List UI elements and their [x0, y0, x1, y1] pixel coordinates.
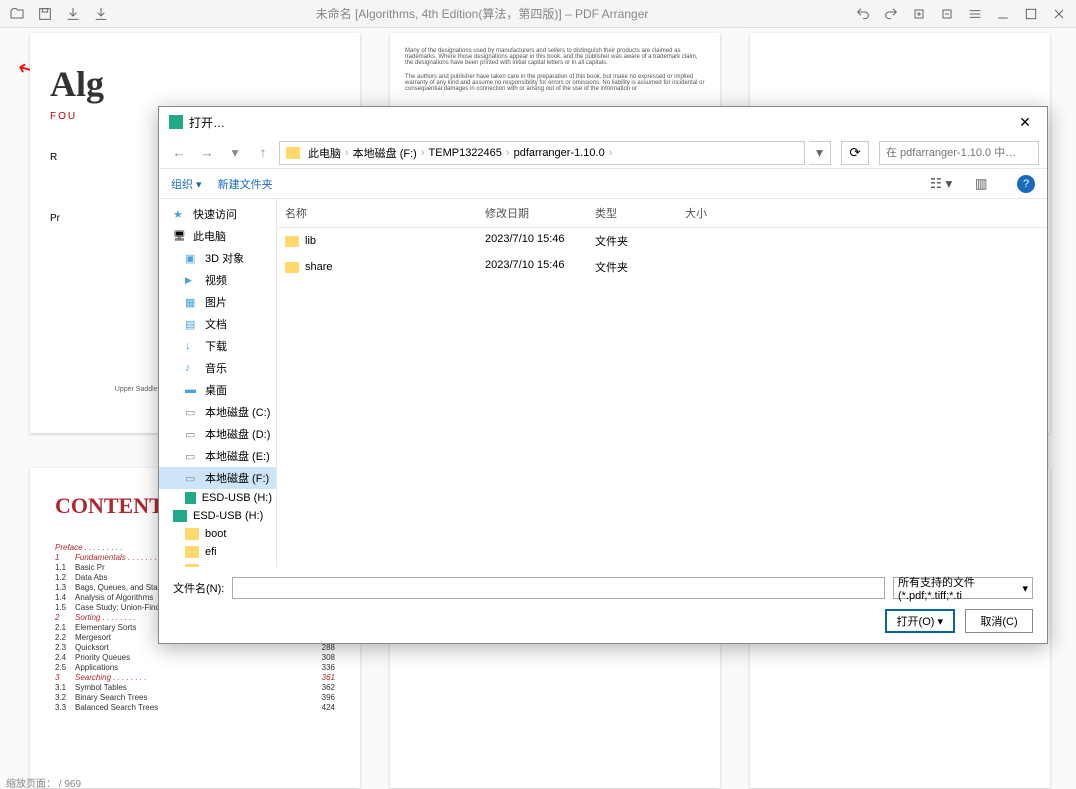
maximize-button[interactable]: [1018, 3, 1044, 25]
tree-item[interactable]: boot: [159, 525, 276, 543]
app-title: 未命名 [Algorithms, 4th Edition(算法，第四版)] – …: [114, 5, 850, 22]
cube-icon: [185, 252, 199, 264]
star-icon: [173, 208, 187, 220]
filename-label: 文件名(N):: [173, 580, 224, 596]
forward-button[interactable]: →: [195, 141, 219, 165]
organize-menu[interactable]: 组织 ▾: [171, 176, 202, 192]
close-window-button[interactable]: [1046, 3, 1072, 25]
breadcrumb-seg[interactable]: 本地磁盘 (F:): [353, 145, 417, 161]
folder-icon: [285, 236, 299, 247]
refresh-button[interactable]: ⟳: [841, 141, 869, 165]
breadcrumb-seg[interactable]: TEMP1322465: [429, 147, 502, 159]
menu-button[interactable]: [962, 3, 988, 25]
drv-icon: [185, 450, 199, 462]
filetype-filter[interactable]: 所有支持的文件 (*.pdf;*.tiff;*.ti▾: [893, 577, 1033, 599]
minimize-button[interactable]: [990, 3, 1016, 25]
open-file-dialog: 打开… ✕ ← → ▾ ↑ 此电脑›本地磁盘 (F:)›TEMP1322465›…: [158, 106, 1048, 644]
tree-item[interactable]: 3D 对象: [159, 247, 276, 269]
view-mode-button[interactable]: ☷ ▾: [929, 174, 953, 194]
save-button[interactable]: [32, 3, 58, 25]
pc-icon: [173, 230, 187, 242]
close-icon[interactable]: ✕: [1013, 114, 1037, 131]
preview-pane-button[interactable]: ▥: [969, 174, 993, 194]
open-button[interactable]: 打开(O) ▾: [885, 609, 955, 633]
tree-item[interactable]: 本地磁盘 (E:): [159, 445, 276, 467]
tree-item[interactable]: 本地磁盘 (C:): [159, 401, 276, 423]
drv-icon: [185, 406, 199, 418]
tree-item[interactable]: 图片: [159, 291, 276, 313]
img-icon: [185, 296, 199, 308]
col-date[interactable]: 修改日期: [477, 199, 587, 227]
breadcrumb[interactable]: 此电脑›本地磁盘 (F:)›TEMP1322465›pdfarranger-1.…: [279, 141, 805, 165]
fld-icon: [185, 546, 199, 558]
zoom-in-button[interactable]: [906, 3, 932, 25]
tree-item[interactable]: 本地磁盘 (D:): [159, 423, 276, 445]
tree-item[interactable]: ESD-USB (H:): [159, 489, 276, 507]
zoom-out-button[interactable]: [934, 3, 960, 25]
dl-icon: [185, 340, 199, 352]
drv-icon: [185, 472, 199, 484]
file-list: 名称 修改日期 类型 大小 lib2023/7/10 15:46文件夹share…: [277, 199, 1047, 567]
fld-icon: [185, 528, 199, 540]
doc-icon: [185, 318, 199, 330]
import-alt-button[interactable]: [88, 3, 114, 25]
breadcrumb-seg[interactable]: 此电脑: [308, 145, 341, 161]
tree-item[interactable]: 下载: [159, 335, 276, 357]
app-icon: [169, 115, 183, 129]
back-button[interactable]: ←: [167, 141, 191, 165]
mus-icon: [185, 362, 199, 374]
undo-button[interactable]: [850, 3, 876, 25]
tree-item[interactable]: 文档: [159, 313, 276, 335]
col-name[interactable]: 名称: [277, 199, 477, 227]
drv-icon: [185, 428, 199, 440]
file-row[interactable]: lib2023/7/10 15:46文件夹: [277, 228, 1047, 254]
tree-item[interactable]: 快速访问: [159, 203, 276, 225]
tree-item[interactable]: 本地磁盘 (F:): [159, 467, 276, 489]
folder-icon: [285, 262, 299, 273]
folder-tree[interactable]: 快速访问此电脑3D 对象视频图片文档下载音乐桌面本地磁盘 (C:)本地磁盘 (D…: [159, 199, 277, 567]
col-type[interactable]: 类型: [587, 199, 677, 227]
usb-icon: [185, 492, 196, 504]
file-list-header[interactable]: 名称 修改日期 类型 大小: [277, 199, 1047, 228]
tree-item[interactable]: 视频: [159, 269, 276, 291]
breadcrumb-seg[interactable]: pdfarranger-1.10.0: [514, 147, 605, 159]
help-icon[interactable]: ?: [1017, 175, 1035, 193]
breadcrumb-dropdown[interactable]: ▾: [809, 141, 831, 165]
book-title-fragment: Alg: [50, 63, 340, 105]
recent-dropdown[interactable]: ▾: [223, 141, 247, 165]
tree-item[interactable]: 桌面: [159, 379, 276, 401]
desk-icon: [185, 384, 199, 396]
tree-item[interactable]: 音乐: [159, 357, 276, 379]
file-row[interactable]: share2023/7/10 15:46文件夹: [277, 254, 1047, 280]
dialog-title: 打开…: [189, 114, 225, 131]
open-file-button[interactable]: [4, 3, 30, 25]
tree-item[interactable]: ESD-USB (H:): [159, 507, 276, 525]
status-bar: 缩放页面： / 969: [0, 775, 1076, 789]
up-button[interactable]: ↑: [251, 141, 275, 165]
tree-item[interactable]: efi: [159, 543, 276, 561]
cancel-button[interactable]: 取消(C): [965, 609, 1033, 633]
col-size[interactable]: 大小: [677, 199, 757, 227]
tree-item[interactable]: 此电脑: [159, 225, 276, 247]
filename-input[interactable]: [232, 577, 885, 599]
search-input[interactable]: [879, 141, 1039, 165]
redo-button[interactable]: [878, 3, 904, 25]
vid-icon: [185, 274, 199, 286]
import-button[interactable]: [60, 3, 86, 25]
usb-icon: [173, 510, 187, 522]
new-folder-button[interactable]: 新建文件夹: [218, 176, 273, 192]
